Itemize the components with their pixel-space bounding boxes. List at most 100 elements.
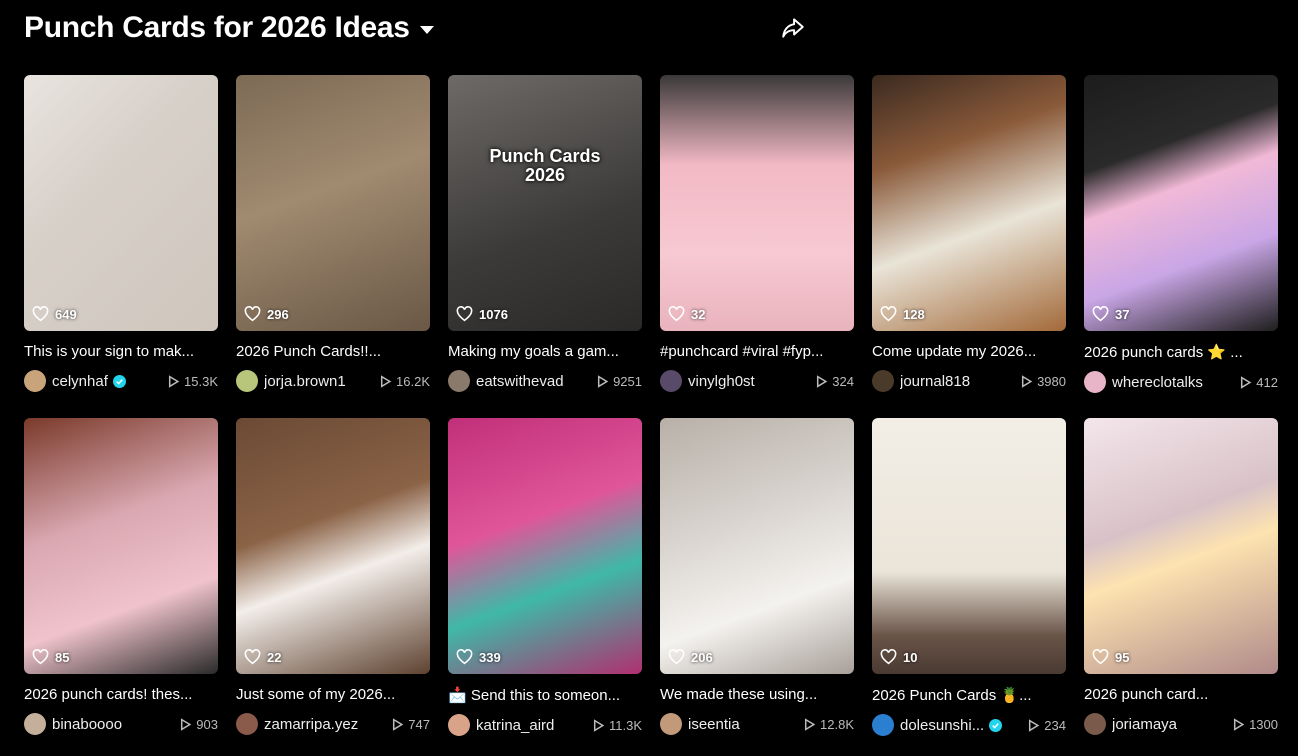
- video-caption[interactable]: This is your sign to mak...: [24, 343, 218, 360]
- username-link[interactable]: iseentia: [688, 716, 740, 733]
- video-meta: jorja.brown1 16.2K: [236, 369, 430, 393]
- like-count-value: 128: [903, 306, 925, 322]
- video-meta: eatswithevad 9251: [448, 369, 642, 393]
- chevron-down-icon[interactable]: [419, 26, 434, 34]
- play-icon: [803, 717, 820, 731]
- username-link[interactable]: journal818: [900, 373, 970, 390]
- video-caption[interactable]: #punchcard #viral #fyp...: [660, 343, 854, 360]
- view-count: 747: [391, 717, 430, 732]
- avatar[interactable]: [660, 713, 682, 735]
- view-count: 1300: [1232, 717, 1278, 732]
- username-link[interactable]: joriamaya: [1112, 716, 1177, 733]
- video-meta: katrina_aird 11.3K: [448, 713, 642, 737]
- share-icon[interactable]: [780, 15, 806, 41]
- avatar[interactable]: [236, 713, 258, 735]
- heart-icon: [244, 306, 267, 322]
- video-caption[interactable]: 2026 Punch Cards 🍍...: [872, 686, 1066, 704]
- play-icon: [179, 717, 196, 731]
- view-count: 3980: [1020, 374, 1066, 389]
- video-thumbnail[interactable]: Punch Cards 2026 1076: [448, 75, 642, 331]
- video-meta: binaboooo 903: [24, 712, 218, 736]
- view-count-value: 3980: [1037, 373, 1066, 389]
- video-caption[interactable]: 2026 punch card...: [1084, 686, 1278, 703]
- avatar[interactable]: [448, 714, 470, 736]
- thumbnail-image: [1084, 418, 1278, 674]
- view-count: 9251: [596, 374, 642, 389]
- like-count-value: 22: [267, 649, 282, 665]
- video-card: 296 2026 Punch Cards!!... jorja.brown1 16.2…: [236, 75, 430, 406]
- view-count: 12.8K: [803, 717, 854, 732]
- username-link[interactable]: katrina_aird: [476, 717, 554, 734]
- video-thumbnail[interactable]: 296: [236, 75, 430, 331]
- video-card: 10 2026 Punch Cards 🍍... dolesunshi... 234: [872, 418, 1066, 749]
- video-thumbnail[interactable]: 85: [24, 418, 218, 674]
- video-thumbnail[interactable]: 95: [1084, 418, 1278, 674]
- heart-icon: [32, 306, 55, 322]
- video-card: 649 This is your sign to mak... celynhaf 15…: [24, 75, 218, 406]
- avatar[interactable]: [24, 370, 46, 392]
- video-thumbnail[interactable]: 649: [24, 75, 218, 331]
- play-icon: [1027, 718, 1044, 732]
- play-icon: [1020, 374, 1037, 388]
- view-count-value: 412: [1256, 374, 1278, 390]
- verified-badge-icon: [112, 374, 126, 388]
- play-icon: [592, 718, 609, 732]
- thumbnail-image: [660, 75, 854, 331]
- video-caption[interactable]: 2026 punch cards ⭐ ...: [1084, 343, 1278, 361]
- thumbnail-image: [448, 418, 642, 674]
- video-caption[interactable]: We made these using...: [660, 686, 854, 703]
- username-link[interactable]: vinylgh0st: [688, 373, 755, 390]
- video-caption[interactable]: 📩 Send this to someon...: [448, 686, 642, 704]
- heart-icon: [880, 649, 903, 665]
- avatar[interactable]: [872, 370, 894, 392]
- video-caption[interactable]: 2026 punch cards! thes...: [24, 686, 218, 703]
- avatar[interactable]: [448, 370, 470, 392]
- thumbnail-image: [24, 75, 218, 331]
- username-link[interactable]: jorja.brown1: [264, 373, 346, 390]
- avatar[interactable]: [24, 713, 46, 735]
- like-count: 22: [244, 649, 281, 665]
- video-card: 95 2026 punch card... joriamaya 1300: [1084, 418, 1278, 749]
- video-caption[interactable]: Come update my 2026...: [872, 343, 1066, 360]
- username-link[interactable]: whereclotalks: [1112, 374, 1203, 391]
- video-thumbnail[interactable]: 32: [660, 75, 854, 331]
- username-link[interactable]: dolesunshi...: [900, 717, 984, 734]
- video-meta: vinylgh0st 324: [660, 369, 854, 393]
- avatar[interactable]: [872, 714, 894, 736]
- avatar[interactable]: [1084, 371, 1106, 393]
- video-thumbnail[interactable]: 206: [660, 418, 854, 674]
- video-thumbnail[interactable]: 37: [1084, 75, 1278, 331]
- view-count: 16.2K: [379, 374, 430, 389]
- username-link[interactable]: binaboooo: [52, 716, 122, 733]
- view-count-value: 234: [1044, 717, 1066, 733]
- heart-icon: [456, 306, 479, 322]
- play-icon: [1232, 717, 1249, 731]
- video-card: 339 📩 Send this to someon... katrina_aird 1…: [448, 418, 642, 749]
- username-link[interactable]: eatswithevad: [476, 373, 564, 390]
- thumbnail-image: [872, 418, 1066, 674]
- username-link[interactable]: celynhaf: [52, 373, 108, 390]
- view-count-value: 11.3K: [608, 717, 642, 733]
- thumbnail-image: [1084, 75, 1278, 331]
- video-thumbnail[interactable]: 22: [236, 418, 430, 674]
- avatar[interactable]: [660, 370, 682, 392]
- view-count: 234: [1027, 718, 1066, 733]
- video-thumbnail[interactable]: 128: [872, 75, 1066, 331]
- video-thumbnail[interactable]: 10: [872, 418, 1066, 674]
- video-thumbnail[interactable]: 339: [448, 418, 642, 674]
- video-caption[interactable]: 2026 Punch Cards!!...: [236, 343, 430, 360]
- like-count: 1076: [456, 306, 508, 322]
- video-caption[interactable]: Just some of my 2026...: [236, 686, 430, 703]
- like-count: 206: [668, 649, 713, 665]
- like-count: 296: [244, 306, 289, 322]
- username-link[interactable]: zamarripa.yez: [264, 716, 358, 733]
- video-meta: iseentia 12.8K: [660, 712, 854, 736]
- play-icon: [815, 374, 832, 388]
- play-icon: [167, 374, 184, 388]
- avatar[interactable]: [1084, 713, 1106, 735]
- avatar[interactable]: [236, 370, 258, 392]
- view-count: 11.3K: [592, 718, 642, 733]
- like-count-value: 37: [1115, 306, 1130, 322]
- like-count-value: 339: [479, 649, 501, 665]
- video-caption[interactable]: Making my goals a gam...: [448, 343, 642, 360]
